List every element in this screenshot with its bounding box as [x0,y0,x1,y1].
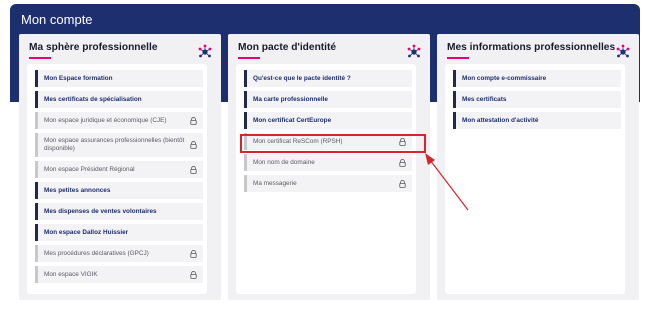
annotation-arrow [425,153,469,211]
